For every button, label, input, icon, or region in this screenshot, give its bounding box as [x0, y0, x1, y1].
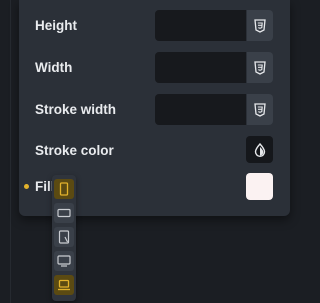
- breakpoint-mobile-landscape[interactable]: [54, 203, 74, 223]
- modified-indicator-dot: [24, 184, 29, 189]
- width-input[interactable]: [155, 52, 246, 83]
- css3-icon: [254, 102, 266, 117]
- breakpoint-mobile-portrait[interactable]: [54, 179, 74, 199]
- tablet-icon: [58, 230, 70, 244]
- width-unit-button[interactable]: [247, 52, 273, 83]
- css3-icon: [254, 18, 266, 33]
- fill-color-swatch[interactable]: [246, 173, 273, 200]
- height-input[interactable]: [155, 10, 246, 41]
- left-sidebar-edge: [0, 0, 11, 303]
- breakpoint-desktop[interactable]: [54, 251, 74, 271]
- desktop-icon: [57, 255, 71, 267]
- width-label: Width: [35, 60, 73, 75]
- mobile-portrait-icon: [59, 182, 69, 196]
- stroke-color-label: Stroke color: [35, 143, 114, 158]
- stroke-width-label: Stroke width: [35, 102, 117, 117]
- height-label: Height: [35, 18, 77, 33]
- color-drop-icon: [254, 142, 265, 157]
- stroke-width-unit-button[interactable]: [247, 94, 273, 125]
- height-unit-button[interactable]: [247, 10, 273, 41]
- breakpoint-laptop[interactable]: [54, 275, 74, 295]
- breakpoint-selector: [52, 175, 76, 301]
- breakpoint-tablet[interactable]: [54, 227, 74, 247]
- laptop-icon: [58, 279, 70, 291]
- css3-icon: [254, 60, 266, 75]
- mobile-landscape-icon: [57, 208, 71, 218]
- stroke-width-input[interactable]: [155, 94, 246, 125]
- stroke-color-picker-button[interactable]: [246, 136, 273, 163]
